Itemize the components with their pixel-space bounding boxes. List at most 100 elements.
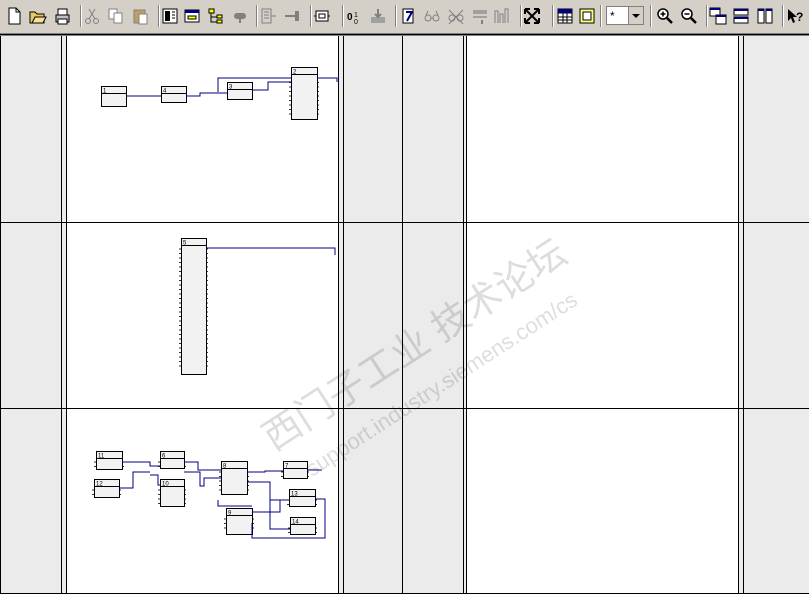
zoom-level-dropdown[interactable]: * — [606, 6, 644, 25]
cfc-chart-sheet: 西门子工业 技术论坛support.industry.siemens.com/c… — [0, 34, 809, 594]
compile-button[interactable]: 010 — [345, 6, 365, 26]
tile-horizontal-button[interactable] — [731, 6, 751, 26]
cascade-windows-icon — [709, 7, 727, 25]
connector-icon — [231, 7, 249, 25]
tile-vertical-icon — [756, 7, 774, 25]
toolbar-separator — [552, 5, 554, 27]
fit-view-button[interactable] — [522, 6, 542, 26]
open-folder-icon — [29, 7, 47, 25]
table-icon — [556, 7, 574, 25]
block-number: 13 — [291, 492, 298, 498]
block-number: 12 — [96, 482, 103, 488]
function-block[interactable]: 2 — [289, 67, 319, 120]
toolbar-separator — [520, 5, 522, 27]
trend-icon — [471, 7, 489, 25]
catalog-button[interactable] — [160, 6, 180, 26]
zoom-in-icon — [656, 7, 674, 25]
function-block[interactable]: 7 — [281, 461, 309, 479]
overview-button[interactable] — [182, 6, 202, 26]
zoom-in-button[interactable] — [655, 6, 675, 26]
function-block[interactable]: 10 — [158, 479, 186, 507]
function-block[interactable]: 13 — [287, 489, 317, 507]
right-margin-column — [743, 34, 809, 593]
zoom-out-button[interactable] — [679, 6, 699, 26]
trend-display-button[interactable] — [470, 6, 490, 26]
zoom-level-value: * — [610, 9, 615, 23]
function-block[interactable]: 9 — [224, 508, 254, 535]
block-number: 11 — [98, 454, 105, 460]
overview-window-icon — [183, 7, 201, 25]
watch-on-button[interactable] — [422, 6, 442, 26]
interconnection-icon — [283, 7, 301, 25]
table-view-button[interactable] — [555, 6, 575, 26]
toolbar-separator — [342, 5, 344, 27]
tree-view-icon — [207, 7, 225, 25]
function-block[interactable]: 3 — [227, 82, 253, 100]
insert-block-button[interactable] — [258, 6, 278, 26]
toolbar-separator — [706, 5, 708, 27]
open-file-button[interactable] — [28, 6, 48, 26]
glasses-crossed-icon — [447, 7, 465, 25]
new-file-button[interactable] — [4, 6, 24, 26]
help-pointer-icon: ? — [786, 7, 804, 25]
function-block[interactable]: 14 — [288, 517, 317, 535]
download-icon — [369, 7, 387, 25]
toolbar-separator — [600, 5, 602, 27]
svg-text:1: 1 — [354, 12, 358, 19]
toolbar-separator — [650, 5, 652, 27]
context-help-button[interactable]: ? — [785, 6, 805, 26]
svg-text:?: ? — [796, 10, 803, 24]
insert-interconnection-button[interactable] — [282, 6, 302, 26]
glasses-icon — [423, 7, 441, 25]
insert-block-icon — [259, 7, 277, 25]
svg-text:0: 0 — [347, 12, 353, 23]
tile-horizontal-icon — [732, 7, 750, 25]
toolbar-separator — [395, 5, 397, 27]
left-margin-column — [0, 34, 61, 593]
printer-icon — [53, 7, 71, 25]
test-mode-button[interactable] — [398, 6, 418, 26]
cut-button[interactable] — [82, 6, 102, 26]
copy-icon — [107, 7, 125, 25]
sheet-area — [466, 34, 738, 593]
connect-button[interactable] — [230, 6, 250, 26]
signal-button[interactable] — [492, 6, 512, 26]
function-block[interactable]: 4 — [161, 86, 187, 103]
expand-arrows-icon — [523, 7, 541, 25]
toolbar: 0 1 0? — [0, 0, 809, 34]
function-block[interactable]: 12 — [92, 479, 121, 498]
function-block[interactable]: 6 — [158, 451, 186, 469]
toolbar-separator — [158, 5, 160, 27]
download-button[interactable] — [368, 6, 388, 26]
signal-icon — [493, 7, 511, 25]
chart-partition-icon — [313, 7, 331, 25]
paste-button[interactable] — [130, 6, 150, 26]
function-block[interactable]: 8 — [219, 461, 249, 495]
tree-view-button[interactable] — [206, 6, 226, 26]
block-number: 14 — [292, 520, 299, 526]
compile-icon: 010 — [346, 7, 364, 25]
function-block[interactable]: 1 — [101, 86, 127, 107]
test-mode-icon — [399, 7, 417, 25]
tile-vertical-button[interactable] — [755, 6, 775, 26]
chevron-down-icon[interactable] — [628, 7, 643, 24]
scissors-icon — [83, 7, 101, 25]
cascade-windows-button[interactable] — [708, 6, 728, 26]
paste-icon — [131, 7, 149, 25]
toolbar-separator — [310, 5, 312, 27]
toolbar-separator — [80, 5, 82, 27]
svg-text:0: 0 — [354, 19, 358, 25]
sheet-icon — [578, 7, 596, 25]
sheet-view-button[interactable] — [577, 6, 597, 26]
print-button[interactable] — [52, 6, 72, 26]
watch-off-button[interactable] — [446, 6, 466, 26]
toolbar-separator — [782, 5, 784, 27]
sheet-border-column — [343, 34, 402, 593]
function-block[interactable]: 5 — [179, 238, 208, 375]
catalog-icon — [161, 7, 179, 25]
copy-button[interactable] — [106, 6, 126, 26]
chart-partition-button[interactable] — [312, 6, 332, 26]
chart-workspace: 西门子工业 技术论坛 support.industry.siemens.com/c… — [0, 34, 809, 601]
zoom-out-icon — [680, 7, 698, 25]
function-block[interactable]: 11 — [94, 451, 124, 470]
